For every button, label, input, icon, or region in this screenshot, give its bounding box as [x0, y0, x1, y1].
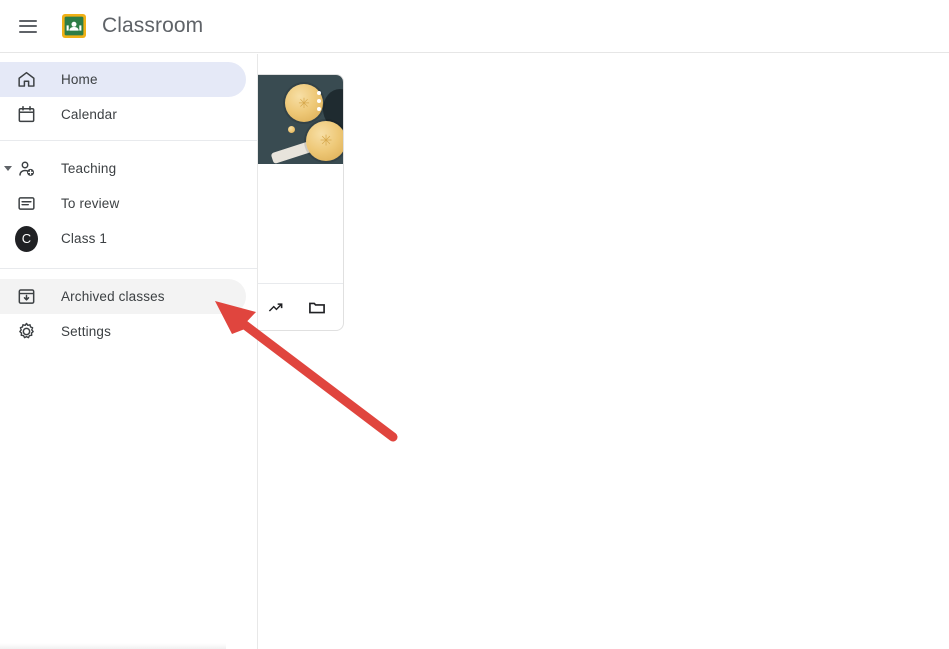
- folder-icon[interactable]: [299, 290, 335, 326]
- trending-up-icon[interactable]: [259, 290, 295, 326]
- chevron-down-icon[interactable]: [2, 163, 14, 175]
- folder-review-icon: [14, 192, 38, 216]
- banner-coin: ✳: [306, 121, 343, 161]
- sidebar-item-class-1[interactable]: C Class 1: [0, 221, 246, 256]
- sidebar-item-label: Home: [61, 72, 98, 87]
- nav-group-teaching: Teaching To review C Class 1: [0, 149, 257, 256]
- hamburger-menu-button[interactable]: [8, 6, 48, 46]
- archive-icon: [14, 285, 38, 309]
- nav-group-primary: Home Calendar: [0, 54, 257, 132]
- calendar-icon: [14, 103, 38, 127]
- sidebar-item-label: Calendar: [61, 107, 117, 122]
- app-title: Classroom: [102, 14, 204, 37]
- avatar-letter: C: [15, 225, 38, 252]
- sidebar-item-label: Class 1: [61, 231, 108, 246]
- sidebar-item-teaching[interactable]: Teaching: [0, 151, 246, 186]
- banner-coin-small: [288, 126, 295, 133]
- left-navigation-sidebar: Home Calendar Teaching To review C Class…: [0, 54, 258, 649]
- class-avatar: C: [14, 225, 38, 252]
- sidebar-divider: [0, 140, 257, 141]
- sidebar-item-home[interactable]: Home: [0, 62, 246, 97]
- sidebar-item-label: Archived classes: [61, 289, 165, 304]
- sidebar-item-label: To review: [61, 196, 120, 211]
- sidebar-item-to-review[interactable]: To review: [0, 186, 246, 221]
- sidebar-item-label: Teaching: [61, 161, 117, 176]
- hamburger-menu-icon: [19, 19, 37, 33]
- nav-group-secondary: Archived classes Settings: [0, 277, 257, 349]
- person-add-icon: [14, 157, 38, 181]
- sidebar-bottom-shadow: [0, 643, 226, 649]
- sidebar-item-settings[interactable]: Settings: [0, 314, 246, 349]
- gear-icon: [14, 320, 38, 344]
- classroom-app-window: Classroom ✳ ✳ Home Calendar Teaching To …: [0, 0, 949, 649]
- sidebar-item-archived-classes[interactable]: Archived classes: [0, 279, 246, 314]
- sidebar-item-calendar[interactable]: Calendar: [0, 97, 246, 132]
- sidebar-divider: [0, 268, 257, 269]
- google-classroom-logo-icon[interactable]: [61, 13, 87, 39]
- top-app-bar: Classroom: [0, 0, 949, 53]
- sidebar-item-label: Settings: [61, 324, 111, 339]
- more-vert-icon[interactable]: [317, 91, 321, 111]
- home-icon: [14, 68, 38, 92]
